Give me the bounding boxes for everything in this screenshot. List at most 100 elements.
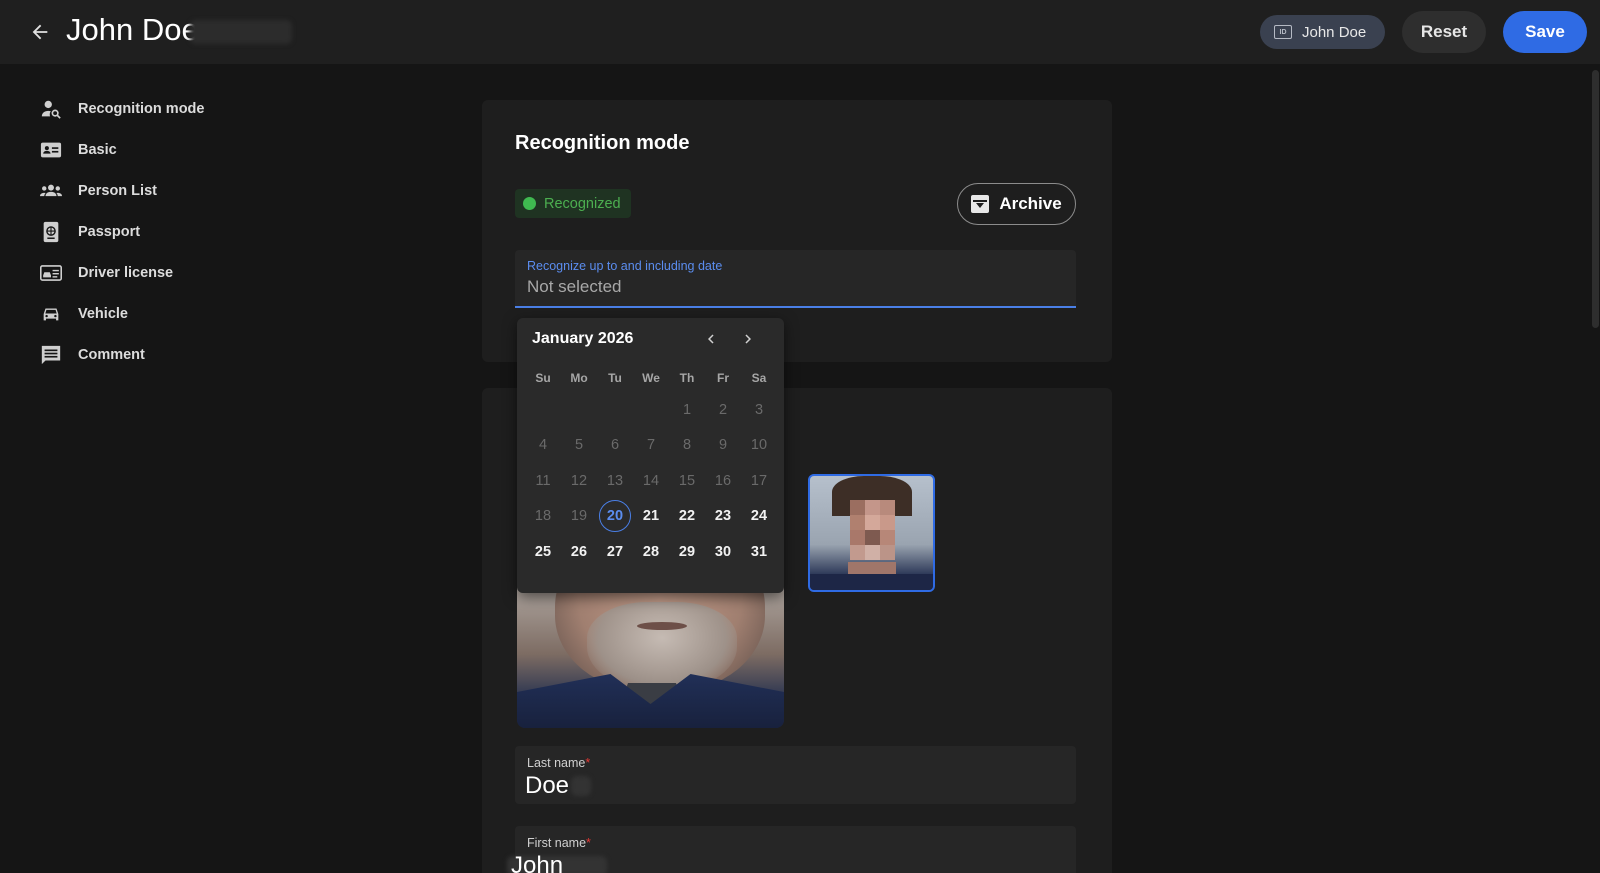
calendar-day: 9 [718, 437, 728, 454]
calendar-day-today[interactable]: 20 [599, 500, 631, 533]
calendar-week-row: 18 19 20 21 22 23 24 [525, 499, 777, 535]
calendar-day[interactable]: 28 [633, 536, 669, 568]
calendar-day: 1 [682, 401, 692, 418]
recognize-until-date-field[interactable]: Recognize up to and including date Not s… [515, 250, 1076, 308]
calendar-weekday: Tu [608, 371, 622, 385]
sidebar-item-label: Driver license [78, 264, 174, 281]
id-card-icon [40, 139, 62, 161]
required-mark: * [586, 836, 591, 850]
pixelated-face-block [865, 545, 880, 560]
calendar-day: 2 [718, 401, 728, 418]
date-field-label: Recognize up to and including date [527, 259, 723, 273]
calendar-weekday: Mo [570, 371, 588, 385]
calendar-day[interactable]: 25 [525, 536, 561, 568]
status-dot-icon [523, 197, 536, 210]
status-badge-label: Recognized [544, 195, 621, 212]
pixelated-face-block [880, 500, 895, 515]
first-name-label: First name* [527, 836, 591, 850]
sidebar-item-person-list[interactable]: Person List [30, 170, 270, 211]
sidebar-item-vehicle[interactable]: Vehicle [30, 293, 270, 334]
previous-month-button[interactable] [699, 327, 723, 351]
calendar-day: 18 [534, 508, 552, 525]
pixelated-face-block [850, 500, 865, 515]
calendar-weekday: We [642, 371, 660, 385]
sidebar-item-label: Passport [78, 223, 141, 240]
sidebar-item-label: Vehicle [78, 305, 128, 322]
photo-mouth-shape [637, 622, 687, 630]
id-badge-icon: ID [1274, 25, 1292, 39]
status-badge: Recognized [515, 189, 631, 218]
first-name-label-text: First name [527, 836, 587, 850]
driver-license-icon [40, 262, 62, 284]
comment-icon [40, 344, 62, 366]
calendar-day[interactable]: 31 [741, 536, 777, 568]
pixelated-face-block [865, 530, 880, 545]
calendar-week-row: 11 12 13 14 15 16 17 [525, 463, 777, 499]
calendar-day[interactable]: 30 [705, 536, 741, 568]
calendar-day: 7 [646, 437, 656, 454]
calendar-empty-cell [525, 394, 561, 426]
archive-button-label: Archive [999, 194, 1062, 213]
sidebar-item-label: Basic [78, 141, 117, 158]
section-title: Recognition mode [515, 132, 690, 154]
pixelated-face-block [850, 530, 865, 545]
thumb-suit-shape [810, 574, 933, 590]
save-button[interactable]: Save [1503, 11, 1587, 53]
pixelated-face-block [880, 545, 895, 560]
next-month-button[interactable] [736, 327, 760, 351]
calendar-day: 12 [570, 472, 588, 489]
calendar-day[interactable]: 24 [741, 500, 777, 532]
calendar-day[interactable]: 21 [633, 500, 669, 532]
person-id-chip-label: John Doe [1302, 23, 1367, 41]
calendar-weekday: Fr [717, 371, 729, 385]
calendar-day: 14 [642, 472, 660, 489]
sidebar-item-comment[interactable]: Comment [30, 334, 270, 375]
calendar-day: 3 [754, 401, 764, 418]
sidebar-item-basic[interactable]: Basic [30, 129, 270, 170]
last-name-value: Doe [525, 772, 570, 799]
calendar-day: 15 [678, 472, 696, 489]
arrow-back-icon [32, 24, 48, 40]
calendar-day[interactable]: 23 [705, 500, 741, 532]
calendar-day[interactable]: 29 [669, 536, 705, 568]
last-name-field[interactable]: Last name* Doe [515, 746, 1076, 804]
sidebar-item-recognition-mode[interactable]: Recognition mode [30, 88, 270, 129]
sidebar-item-label: Person List [78, 182, 157, 199]
redacted-text-mask [190, 20, 292, 44]
sidebar-item-driver-license[interactable]: Driver license [30, 252, 270, 293]
back-button[interactable] [24, 16, 56, 48]
person-id-chip[interactable]: ID John Doe [1260, 15, 1385, 49]
calendar-empty-cell [561, 394, 597, 426]
redacted-text-mask [571, 776, 591, 796]
passport-icon [40, 221, 62, 243]
car-icon [40, 303, 62, 325]
archive-icon [971, 195, 990, 213]
pixelated-face-block [865, 515, 880, 530]
date-picker-popup: January 2026 Su Mo Tu We Th Fr Sa 1 2 3 4 5 6 7 8 9 10 11… [517, 318, 784, 593]
sidebar-item-passport[interactable]: Passport [30, 211, 270, 252]
scrollbar-thumb[interactable] [1592, 70, 1599, 328]
reset-button[interactable]: Reset [1402, 11, 1486, 53]
archive-button[interactable]: Archive [957, 183, 1076, 225]
pixelated-face-block [880, 515, 895, 530]
person-photo-thumbnail[interactable] [808, 474, 935, 592]
calendar-weekday: Th [679, 371, 695, 385]
sidebar-item-label: Recognition mode [78, 100, 205, 117]
calendar-weekday-row: Su Mo Tu We Th Fr Sa [525, 364, 777, 392]
pixelated-face-block [880, 530, 895, 545]
calendar-day: 4 [538, 437, 548, 454]
calendar-empty-cell [633, 394, 669, 426]
calendar-day: 13 [606, 472, 624, 489]
pixelated-face-block [850, 515, 865, 530]
calendar-day[interactable]: 22 [669, 500, 705, 532]
calendar-day: 10 [750, 437, 768, 454]
calendar-day: 19 [570, 508, 588, 525]
calendar-day[interactable]: 27 [597, 536, 633, 568]
first-name-field[interactable]: First name* John [507, 826, 1076, 873]
sidebar-nav: Recognition mode Basic Person List Passp… [30, 88, 270, 375]
chevron-left-icon [708, 334, 714, 344]
date-field-value: Not selected [527, 277, 622, 296]
calendar-day[interactable]: 26 [561, 536, 597, 568]
calendar-month-label: January 2026 [532, 330, 634, 347]
calendar-week-row: 1 2 3 [525, 392, 777, 428]
